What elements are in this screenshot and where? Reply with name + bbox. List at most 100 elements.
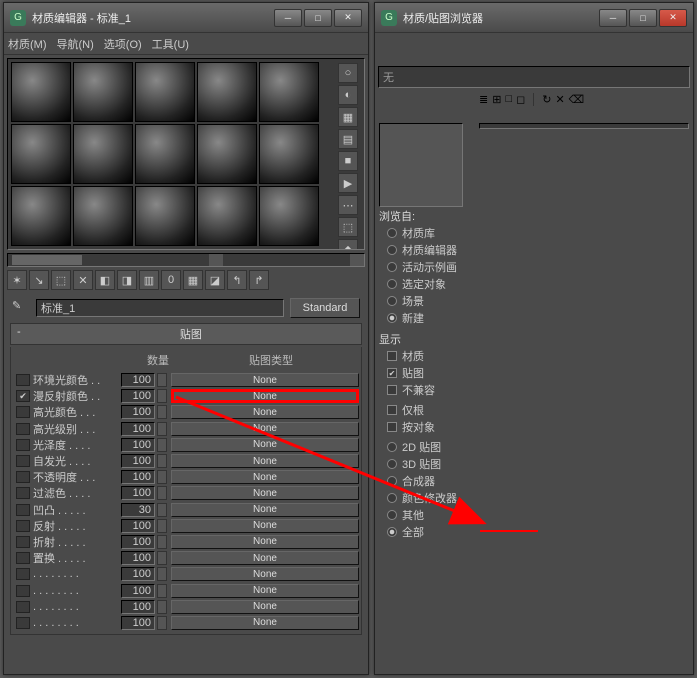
map-slot-button[interactable]: None: [171, 551, 359, 565]
sample-slots[interactable]: ○ ◐ ▦ ▤ ■ ▶ ⋯ ⬚ ◆: [7, 58, 365, 250]
sample-hscroll[interactable]: [7, 253, 365, 267]
make-unique-icon[interactable]: ◨: [117, 270, 137, 290]
delete-from-lib-icon[interactable]: ✕: [555, 93, 564, 106]
view-list-icons-icon[interactable]: ⊞: [492, 93, 501, 106]
map-slot-button[interactable]: None: [171, 405, 359, 419]
minimize-button[interactable]: ─: [599, 9, 627, 27]
menu-tools[interactable]: 工具(U): [152, 36, 189, 52]
eyedropper-icon[interactable]: ✎: [12, 299, 30, 317]
browse-from-option[interactable]: 选定对象: [379, 276, 475, 293]
spinner-icon[interactable]: [157, 616, 167, 630]
tree-item[interactable]: VR天空: [482, 126, 686, 129]
map-amount-input[interactable]: 100: [121, 486, 155, 500]
maps-rollout-header[interactable]: - 贴图: [10, 323, 362, 345]
map-amount-input[interactable]: 100: [121, 584, 155, 598]
spinner-icon[interactable]: [157, 438, 167, 452]
map-amount-input[interactable]: 100: [121, 600, 155, 614]
map-slot-button[interactable]: None: [171, 503, 359, 517]
map-enable-checkbox[interactable]: [16, 374, 30, 386]
map-enable-checkbox[interactable]: [16, 585, 30, 597]
map-slot-button[interactable]: None: [171, 486, 359, 500]
spinner-icon[interactable]: [157, 454, 167, 468]
map-enable-checkbox[interactable]: [16, 568, 30, 580]
browse-from-option[interactable]: 新建: [379, 310, 475, 327]
map-slot-button[interactable]: None: [171, 438, 359, 452]
close-button[interactable]: ✕: [334, 9, 362, 27]
map-enable-checkbox[interactable]: [16, 406, 30, 418]
map-amount-input[interactable]: 100: [121, 373, 155, 387]
spinner-icon[interactable]: [157, 584, 167, 598]
browse-from-option[interactable]: 活动示例画: [379, 259, 475, 276]
show2-option[interactable]: 仅根: [379, 402, 475, 419]
map-enable-checkbox[interactable]: [16, 487, 30, 499]
map-amount-input[interactable]: 100: [121, 519, 155, 533]
spinner-icon[interactable]: [157, 551, 167, 565]
minimize-button[interactable]: ─: [274, 9, 302, 27]
view-small-icon[interactable]: □: [505, 93, 512, 106]
map-enable-checkbox[interactable]: [16, 520, 30, 532]
backlight-icon[interactable]: ◐: [338, 85, 358, 105]
map-enable-checkbox[interactable]: [16, 504, 30, 516]
clear-lib-icon[interactable]: ⌫: [569, 93, 585, 106]
map-slot-button[interactable]: None: [171, 600, 359, 614]
show2-option[interactable]: 按对象: [379, 419, 475, 436]
show-in-vp-icon[interactable]: ▦: [183, 270, 203, 290]
map-enable-checkbox[interactable]: [16, 390, 30, 402]
map-slot-button[interactable]: None: [171, 454, 359, 468]
map-amount-input[interactable]: 100: [121, 551, 155, 565]
map-amount-input[interactable]: 100: [121, 422, 155, 436]
category-option[interactable]: 其他: [379, 507, 475, 524]
map-enable-checkbox[interactable]: [16, 617, 30, 629]
update-icon[interactable]: ↻: [542, 93, 551, 106]
background-icon[interactable]: ▦: [338, 107, 358, 127]
map-slot-button[interactable]: None: [171, 616, 359, 630]
map-enable-checkbox[interactable]: [16, 423, 30, 435]
map-enable-checkbox[interactable]: [16, 552, 30, 564]
map-amount-input[interactable]: 100: [121, 616, 155, 630]
show-option[interactable]: 不兼容: [379, 382, 475, 399]
spinner-icon[interactable]: [157, 535, 167, 549]
make-copy-icon[interactable]: ◧: [95, 270, 115, 290]
show-end-icon[interactable]: ◪: [205, 270, 225, 290]
put-to-lib-icon[interactable]: ▥: [139, 270, 159, 290]
browse-from-option[interactable]: 材质编辑器: [379, 242, 475, 259]
map-amount-input[interactable]: 100: [121, 567, 155, 581]
go-parent-icon[interactable]: ↰: [227, 270, 247, 290]
select-by-mat-icon[interactable]: ⬚: [338, 217, 358, 237]
reset-map-icon[interactable]: ✕: [73, 270, 93, 290]
map-amount-input[interactable]: 100: [121, 470, 155, 484]
category-option[interactable]: 合成器: [379, 473, 475, 490]
map-slot-button[interactable]: None: [171, 567, 359, 581]
maximize-button[interactable]: □: [304, 9, 332, 27]
spinner-icon[interactable]: [157, 486, 167, 500]
video-color-icon[interactable]: ■: [338, 151, 358, 171]
map-enable-checkbox[interactable]: [16, 601, 30, 613]
maximize-button[interactable]: □: [629, 9, 657, 27]
assign-to-sel-icon[interactable]: ⬚: [51, 270, 71, 290]
spinner-icon[interactable]: [157, 600, 167, 614]
map-amount-input[interactable]: 100: [121, 389, 155, 403]
spinner-icon[interactable]: [157, 373, 167, 387]
sample-type-icon[interactable]: ○: [338, 63, 358, 83]
view-list-icon[interactable]: ≣: [479, 93, 488, 106]
spinner-icon[interactable]: [157, 503, 167, 517]
options-icon[interactable]: ⋯: [338, 195, 358, 215]
map-amount-input[interactable]: 100: [121, 454, 155, 468]
category-option[interactable]: 颜色修改器: [379, 490, 475, 507]
map-enable-checkbox[interactable]: [16, 455, 30, 467]
map-amount-input[interactable]: 100: [121, 405, 155, 419]
spinner-icon[interactable]: [157, 470, 167, 484]
map-slot-button[interactable]: None: [171, 470, 359, 484]
map-slot-button[interactable]: None: [171, 584, 359, 598]
spinner-icon[interactable]: [157, 405, 167, 419]
map-amount-input[interactable]: 100: [121, 535, 155, 549]
go-sibling-icon[interactable]: ↱: [249, 270, 269, 290]
map-amount-input[interactable]: 30: [121, 503, 155, 517]
get-material-icon[interactable]: ✶: [7, 270, 27, 290]
map-slot-button[interactable]: None: [171, 422, 359, 436]
make-preview-icon[interactable]: ▶: [338, 173, 358, 193]
map-slot-button[interactable]: None: [171, 519, 359, 533]
spinner-icon[interactable]: [157, 519, 167, 533]
show-option[interactable]: 贴图: [379, 365, 475, 382]
menu-material[interactable]: 材质(M): [8, 36, 47, 52]
